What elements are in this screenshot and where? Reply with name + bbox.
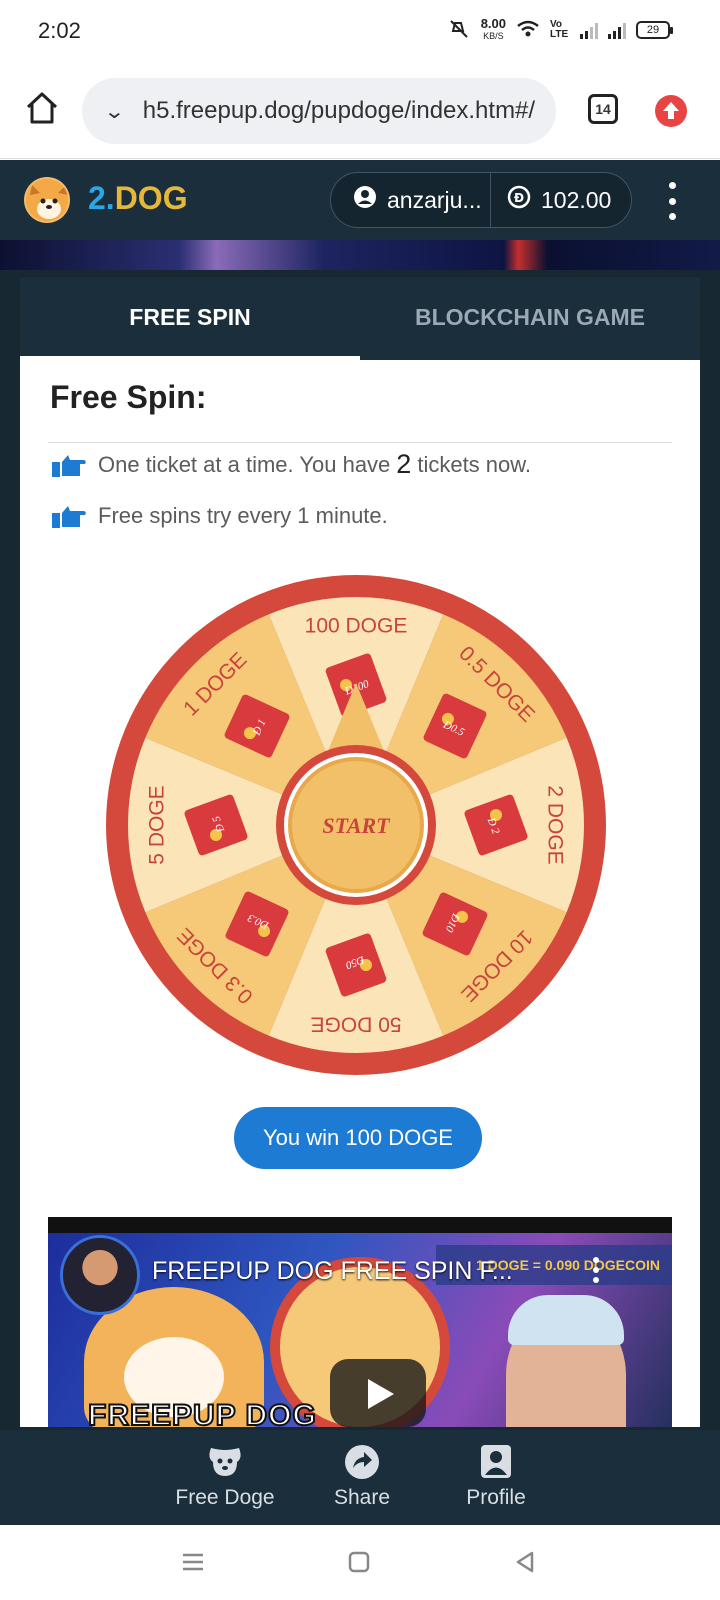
wheel-segment-label: 5 DOGE (146, 785, 169, 864)
signal-2-icon (608, 21, 626, 39)
doge-coin-icon: Đ (507, 185, 531, 215)
video-menu-icon[interactable] (593, 1257, 601, 1283)
thumbs-point-icon (52, 454, 86, 477)
user-info[interactable]: anzarju... (331, 173, 491, 227)
thumbs-point-icon (52, 506, 86, 528)
video-brand-text: FREEPUP DOG (87, 1398, 317, 1427)
profile-icon (481, 1445, 511, 1478)
mute-icon (447, 19, 471, 42)
app-header: 2.DOG anzarju... Đ 102.00 (0, 160, 720, 240)
home-nav-icon[interactable] (344, 1547, 374, 1577)
system-navigation (0, 1525, 720, 1600)
nav-share[interactable]: Share (292, 1444, 432, 1510)
svg-text:Đ: Đ (514, 191, 524, 205)
url-text[interactable]: h5.freepup.dog/pupdoge/index.htm#/ (143, 97, 535, 125)
address-bar[interactable]: ⌄ h5.freepup.dog/pupdoge/index.htm#/ (82, 78, 556, 144)
wheel-segment-label: 50 DOGE (310, 1012, 401, 1035)
battery-icon: 29 (636, 21, 673, 39)
spin-frequency-info: Free spins try every 1 minute. (50, 503, 388, 529)
divider (48, 442, 672, 443)
signal-1-icon (580, 21, 598, 39)
recents-icon[interactable] (178, 1547, 208, 1577)
account-pill[interactable]: anzarju... Đ 102.00 (330, 172, 632, 228)
browser-toolbar: ⌄ h5.freepup.dog/pupdoge/index.htm#/ 14 (0, 64, 720, 159)
video-topband (48, 1217, 672, 1233)
win-result-button[interactable]: You win 100 DOGE (234, 1107, 482, 1169)
brand-name: 2.DOG (88, 180, 188, 216)
game-tabs: FREE SPIN BLOCKCHAIN GAME (20, 277, 700, 360)
volte-label: Vo LTE (550, 19, 569, 40)
wheel-segment-label: 100 DOGE (305, 615, 408, 638)
video-title[interactable]: FREEPUP DOG FREE SPIN F... (152, 1257, 513, 1286)
ticket-count: 2 (396, 449, 412, 479)
balance-info[interactable]: Đ 102.00 (491, 185, 611, 215)
upload-icon[interactable] (655, 95, 687, 127)
play-icon[interactable] (330, 1359, 426, 1427)
section-title: Free Spin: (50, 379, 207, 415)
status-time: 2:02 (38, 18, 81, 43)
balance-value: 102.00 (541, 186, 612, 213)
tab-switcher-button[interactable]: 14 (588, 94, 618, 124)
wheel-segment-label: 2 DOGE (543, 785, 566, 864)
bottom-navigation: Free Doge Share Profile (0, 1430, 720, 1525)
nav-profile[interactable]: Profile (426, 1444, 566, 1510)
tab-blockchain-game[interactable]: BLOCKCHAIN GAME (360, 277, 700, 360)
person-thumbnail-image (506, 1295, 626, 1427)
user-icon (353, 185, 377, 215)
wifi-icon (516, 20, 540, 41)
start-label[interactable]: START (322, 813, 391, 838)
status-icons: 8.00 KB/S Vo LTE 29 (447, 16, 673, 42)
dog-icon (209, 1448, 241, 1476)
game-card: FREE SPIN BLOCKCHAIN GAME Free Spin: One… (20, 277, 700, 1427)
net-speed: 8.00 KB/S (480, 16, 506, 41)
nav-free-doge[interactable]: Free Doge (155, 1444, 295, 1510)
kebab-menu-icon[interactable] (666, 182, 678, 220)
home-icon[interactable] (24, 90, 60, 126)
back-icon[interactable] (510, 1547, 540, 1577)
status-bar: 2:02 8.00 KB/S Vo LTE 29 (0, 0, 720, 64)
username: anzarju... (387, 186, 482, 213)
tickets-info: One ticket at a time. You have 2 tickets… (50, 449, 531, 480)
share-icon (345, 1445, 379, 1479)
chevron-down-icon[interactable]: ⌄ (103, 99, 125, 124)
prize-wheel[interactable]: 100 DOGEĐ1000.5 DOGEĐ0.52 DOGEĐ 210 DOGE… (106, 575, 606, 1075)
channel-avatar[interactable] (60, 1235, 140, 1315)
space-banner (0, 240, 720, 270)
video-embed[interactable]: 1 DOGE = 0.090 DOGECOIN FREEPUP DOG FREE… (48, 1217, 672, 1427)
tab-free-spin[interactable]: FREE SPIN (20, 277, 360, 360)
dog-logo[interactable] (24, 177, 70, 223)
